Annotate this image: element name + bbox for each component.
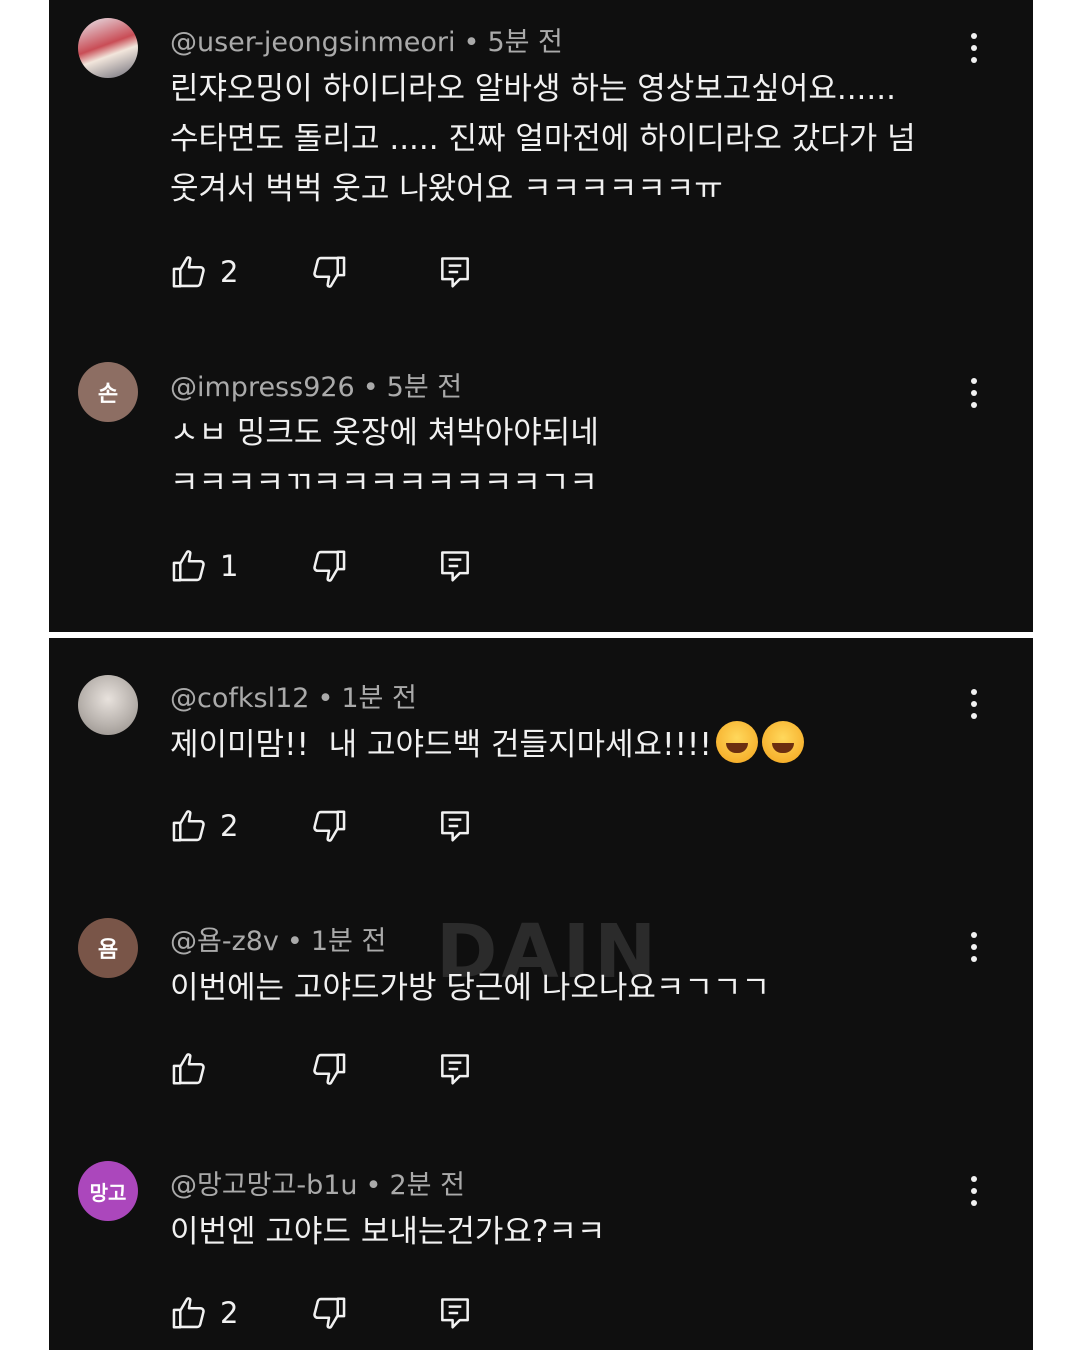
comment-text-content: 제이미맘!! 내 고야드백 건들지마세요!!!! bbox=[170, 727, 712, 763]
timestamp: 2분 전 bbox=[389, 1170, 465, 1201]
timestamp: 1분 전 bbox=[310, 926, 387, 957]
comments-panel-bottom: DAIN @cofksl12 • 1분 전 제이미맘!! 내 고야드백 건들지마세요… bbox=[49, 638, 1033, 1350]
more-vert-icon[interactable] bbox=[962, 927, 986, 967]
like-icon bbox=[172, 1297, 205, 1329]
reply-button[interactable] bbox=[436, 804, 474, 848]
like-count: 2 bbox=[220, 809, 239, 843]
author-name[interactable]: @욤-z8v bbox=[170, 926, 279, 957]
comment-meta: @cofksl12 • 1분 전 bbox=[170, 676, 417, 715]
comment-item: @user-jeongsinmeori • 5분 전 린쟈오밍이 하이디라오 알바생… bbox=[49, 0, 1033, 290]
avatar[interactable] bbox=[78, 675, 138, 735]
comments-panel-top: @user-jeongsinmeori • 5분 전 린쟈오밍이 하이디라오 알바생… bbox=[49, 0, 1033, 632]
comment-actions: 2 bbox=[170, 1291, 510, 1335]
like-icon bbox=[172, 1053, 205, 1085]
comment-meta: @욤-z8v • 1분 전 bbox=[170, 919, 386, 958]
comment-meta: @망고망고-b1u • 2분 전 bbox=[170, 1163, 465, 1202]
reply-button[interactable] bbox=[436, 250, 474, 294]
dislike-button[interactable] bbox=[310, 1291, 348, 1335]
dislike-icon bbox=[313, 810, 346, 842]
dislike-button[interactable] bbox=[310, 804, 348, 848]
avatar-initial: 망고 bbox=[89, 1180, 127, 1205]
comment-actions: 2 bbox=[170, 250, 510, 294]
timestamp: 1분 전 bbox=[341, 683, 417, 714]
like-icon bbox=[172, 256, 205, 288]
comment-item: 손 @impress926 • 5분 전 ㅅㅂ 밍크도 옷장에 쳐박아야되네 ㅋㅋㅋ… bbox=[49, 345, 1033, 632]
dislike-button[interactable] bbox=[310, 250, 348, 294]
dislike-icon bbox=[313, 1297, 346, 1329]
dislike-button[interactable] bbox=[310, 1047, 348, 1091]
reply-icon bbox=[441, 811, 469, 842]
timestamp: 5분 전 bbox=[386, 372, 463, 403]
comment-meta: @impress926 • 5분 전 bbox=[170, 365, 462, 404]
reply-icon bbox=[441, 551, 469, 582]
more-vert-icon[interactable] bbox=[962, 373, 986, 413]
separator-dot: • bbox=[286, 926, 303, 957]
author-name[interactable]: @망고망고-b1u bbox=[170, 1170, 358, 1201]
avatar-initial: 손 bbox=[97, 382, 119, 407]
separator-dot: • bbox=[317, 683, 334, 714]
dislike-icon bbox=[313, 550, 346, 582]
like-icon bbox=[172, 810, 205, 842]
reply-icon bbox=[441, 257, 469, 288]
comment-actions bbox=[170, 1047, 510, 1091]
more-vert-icon[interactable] bbox=[962, 684, 986, 724]
like-button[interactable]: 2 bbox=[170, 1291, 238, 1335]
comment-actions: 1 bbox=[170, 544, 510, 588]
author-name[interactable]: @user-jeongsinmeori bbox=[170, 27, 456, 58]
tears-of-joy-emoji-icon bbox=[761, 721, 804, 763]
comment-text: 이번에는 고야드가방 당근에 나오나요ㅋㄱㄱㄱ bbox=[170, 970, 770, 1006]
like-button[interactable]: 2 bbox=[170, 804, 238, 848]
dislike-icon bbox=[313, 256, 346, 288]
comment-meta: @user-jeongsinmeori • 5분 전 bbox=[170, 20, 563, 59]
avatar[interactable]: 손 bbox=[78, 362, 138, 422]
more-vert-icon[interactable] bbox=[962, 1171, 986, 1211]
dislike-icon bbox=[313, 1053, 346, 1085]
reply-button[interactable] bbox=[436, 544, 474, 588]
comment-text: ㅅㅂ 밍크도 옷장에 쳐박아야되네 ㅋㅋㅋㅋㄲㅋㅋㅋㅋㅋㅋㅋㅋㄱㅋ bbox=[170, 415, 599, 501]
like-button[interactable]: 2 bbox=[170, 250, 238, 294]
more-vert-icon[interactable] bbox=[962, 28, 986, 68]
avatar[interactable]: 망고 bbox=[78, 1161, 138, 1221]
like-button[interactable]: 1 bbox=[170, 544, 238, 588]
tears-of-joy-emoji-icon bbox=[715, 721, 758, 763]
separator-dot: • bbox=[365, 1170, 382, 1201]
like-button[interactable] bbox=[170, 1047, 220, 1091]
timestamp: 5분 전 bbox=[487, 27, 563, 58]
like-icon bbox=[172, 550, 205, 582]
like-count: 2 bbox=[220, 1296, 239, 1330]
dislike-button[interactable] bbox=[310, 544, 348, 588]
avatar[interactable] bbox=[78, 18, 138, 78]
reply-icon bbox=[441, 1298, 469, 1329]
reply-icon bbox=[441, 1054, 469, 1085]
like-count: 2 bbox=[220, 255, 239, 289]
avatar[interactable]: 욤 bbox=[78, 918, 138, 978]
reply-button[interactable] bbox=[436, 1047, 474, 1091]
author-name[interactable]: @cofksl12 bbox=[170, 683, 309, 714]
separator-dot: • bbox=[362, 372, 379, 403]
comment-actions: 2 bbox=[170, 804, 510, 848]
comment-text: 이번엔 고야드 보내는건가요?ㅋㅋ bbox=[170, 1214, 606, 1250]
comment-text: 린쟈오밍이 하이디라오 알바생 하는 영상보고싶어요...... 수타면도 돌리… bbox=[170, 71, 916, 207]
separator-dot: • bbox=[463, 27, 480, 58]
comment-text: 제이미맘!! 내 고야드백 건들지마세요!!!! bbox=[170, 720, 970, 770]
reply-button[interactable] bbox=[436, 1291, 474, 1335]
avatar-initial: 욤 bbox=[97, 938, 119, 963]
author-name[interactable]: @impress926 bbox=[170, 372, 355, 403]
like-count: 1 bbox=[220, 549, 239, 583]
comment-item: 망고 @망고망고-b1u • 2분 전 이번엔 고야드 보내는건가요?ㅋㅋ 2 bbox=[49, 1125, 1033, 1350]
